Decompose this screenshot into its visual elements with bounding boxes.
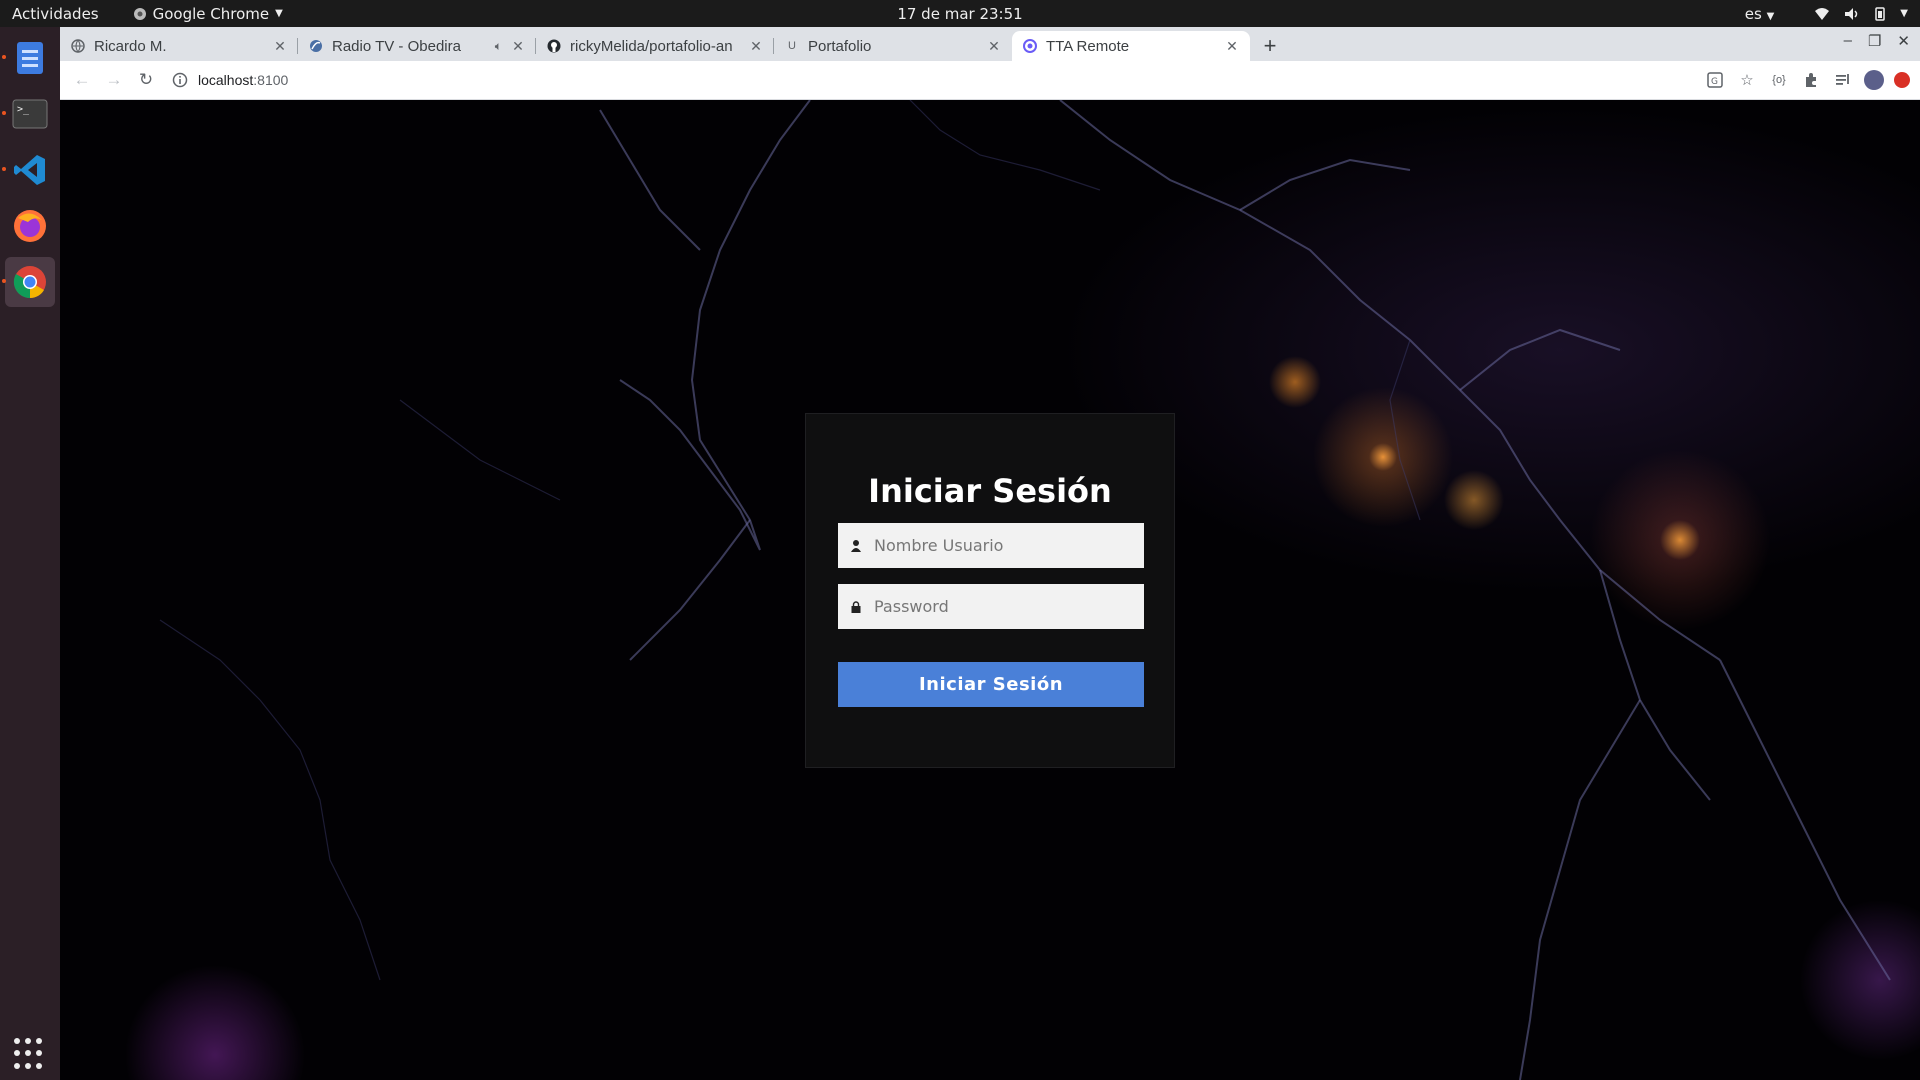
show-applications-button[interactable] bbox=[14, 1038, 46, 1070]
tab-title: Portafolio bbox=[808, 37, 872, 55]
back-button[interactable]: ← bbox=[68, 66, 96, 94]
tab-tta-remote[interactable]: TTA Remote ✕ bbox=[1012, 31, 1250, 61]
globe-icon bbox=[70, 38, 86, 54]
bookmark-star-icon[interactable]: ☆ bbox=[1736, 66, 1758, 94]
dock-files[interactable] bbox=[2, 33, 55, 83]
user-icon bbox=[850, 539, 862, 553]
chrome-icon bbox=[13, 266, 46, 299]
username-field[interactable] bbox=[838, 523, 1144, 568]
tab-portafolio[interactable]: U Portafolio ✕ bbox=[774, 31, 1012, 61]
svg-text:>_: >_ bbox=[17, 104, 30, 115]
language-label: es bbox=[1744, 4, 1762, 23]
chevron-down-icon: ▼ bbox=[1766, 10, 1775, 22]
chevron-down-icon: ▼ bbox=[275, 8, 283, 19]
reading-list-icon[interactable] bbox=[1832, 66, 1854, 94]
lock-icon bbox=[850, 600, 862, 614]
tab-title: rickyMelida/portafolio-an bbox=[570, 37, 733, 55]
password-field[interactable] bbox=[838, 584, 1144, 629]
dock-terminal[interactable]: >_ bbox=[2, 89, 55, 139]
tab-close-icon[interactable]: ✕ bbox=[1224, 38, 1240, 54]
toolbar-actions: G ☆ {o} bbox=[1704, 66, 1910, 94]
firefox-icon bbox=[14, 210, 46, 242]
dock: >_ bbox=[0, 27, 60, 1080]
running-indicator bbox=[2, 111, 6, 115]
chrome-small-icon bbox=[133, 7, 146, 20]
login-card: Iniciar Sesión Iniciar Sesión bbox=[805, 413, 1175, 768]
login-button[interactable]: Iniciar Sesión bbox=[838, 662, 1144, 707]
tab-ricardo[interactable]: Ricardo M. ✕ bbox=[60, 31, 298, 61]
page-background: Iniciar Sesión Iniciar Sesión bbox=[60, 100, 1920, 1080]
browser-toolbar: ← → ↻ localhost:8100 G ☆ {o} bbox=[60, 61, 1920, 100]
close-window-icon[interactable]: ✕ bbox=[1897, 32, 1910, 50]
address-bar[interactable]: localhost:8100 bbox=[172, 66, 288, 94]
restore-icon[interactable]: ❐ bbox=[1868, 32, 1881, 50]
dock-chrome[interactable] bbox=[2, 257, 55, 307]
minimize-icon[interactable]: – bbox=[1844, 32, 1852, 50]
system-top-bar: Actividades Google Chrome ▼ 17 de mar 23… bbox=[0, 0, 1920, 27]
url-host: localhost bbox=[198, 72, 254, 88]
portafolio-favicon-icon: U bbox=[788, 40, 796, 52]
tab-title: TTA Remote bbox=[1046, 37, 1130, 55]
profile-avatar[interactable] bbox=[1864, 70, 1884, 90]
wifi-icon bbox=[1815, 7, 1830, 20]
terminal-icon: >_ bbox=[12, 99, 48, 129]
app-menu[interactable]: Google Chrome ▼ bbox=[133, 5, 283, 23]
dock-vscode[interactable] bbox=[2, 145, 55, 195]
activities-button[interactable]: Actividades bbox=[12, 5, 99, 23]
power-menu-chevron-icon[interactable]: ▼ bbox=[1900, 8, 1908, 19]
vscode-icon bbox=[14, 155, 45, 185]
app-menu-label: Google Chrome bbox=[152, 4, 270, 23]
url-port: :8100 bbox=[253, 72, 289, 88]
dock-firefox[interactable] bbox=[5, 201, 55, 251]
translate-icon[interactable]: G bbox=[1704, 66, 1726, 94]
running-indicator bbox=[2, 55, 6, 59]
info-icon[interactable] bbox=[172, 72, 188, 88]
files-icon bbox=[17, 42, 43, 74]
window-controls: – ❐ ✕ bbox=[1844, 32, 1910, 50]
puzzle-extensions-icon[interactable] bbox=[1800, 66, 1822, 94]
speaker-icon[interactable]: 🔈︎ bbox=[495, 39, 502, 54]
tab-title: Radio TV - Obedira bbox=[332, 37, 461, 55]
login-title: Iniciar Sesión bbox=[868, 472, 1112, 510]
volume-icon bbox=[1845, 7, 1858, 20]
battery-icon bbox=[1875, 6, 1886, 21]
github-icon bbox=[546, 38, 562, 54]
tab-close-icon[interactable]: ✕ bbox=[272, 38, 288, 54]
svg-text:G: G bbox=[1711, 77, 1718, 87]
language-indicator[interactable]: es ▼ bbox=[1745, 5, 1775, 23]
update-alert-icon[interactable] bbox=[1894, 72, 1910, 88]
username-input[interactable] bbox=[872, 535, 1126, 556]
new-tab-button[interactable]: + bbox=[1256, 32, 1284, 60]
radio-tv-icon bbox=[308, 38, 324, 54]
browser-tab-strip: Ricardo M. ✕ Radio TV - Obedira 🔈︎ ✕ ric… bbox=[60, 27, 1920, 61]
reload-button[interactable]: ↻ bbox=[132, 66, 160, 94]
tab-close-icon[interactable]: ✕ bbox=[748, 38, 764, 54]
system-tray[interactable]: es ▼ ▼ bbox=[1745, 5, 1908, 23]
tta-remote-icon bbox=[1022, 38, 1038, 54]
tab-github[interactable]: rickyMelida/portafolio-an ✕ bbox=[536, 31, 774, 61]
tab-radio-tv[interactable]: Radio TV - Obedira 🔈︎ ✕ bbox=[298, 31, 536, 61]
tab-title: Ricardo M. bbox=[94, 37, 167, 55]
extension-icon[interactable]: {o} bbox=[1768, 66, 1790, 94]
forward-button[interactable]: → bbox=[100, 66, 128, 94]
running-indicator bbox=[2, 279, 6, 283]
tab-close-icon[interactable]: ✕ bbox=[510, 38, 526, 54]
password-input[interactable] bbox=[872, 596, 1126, 617]
clock[interactable]: 17 de mar 23:51 bbox=[897, 5, 1022, 23]
running-indicator bbox=[2, 167, 6, 171]
tab-close-icon[interactable]: ✕ bbox=[986, 38, 1002, 54]
